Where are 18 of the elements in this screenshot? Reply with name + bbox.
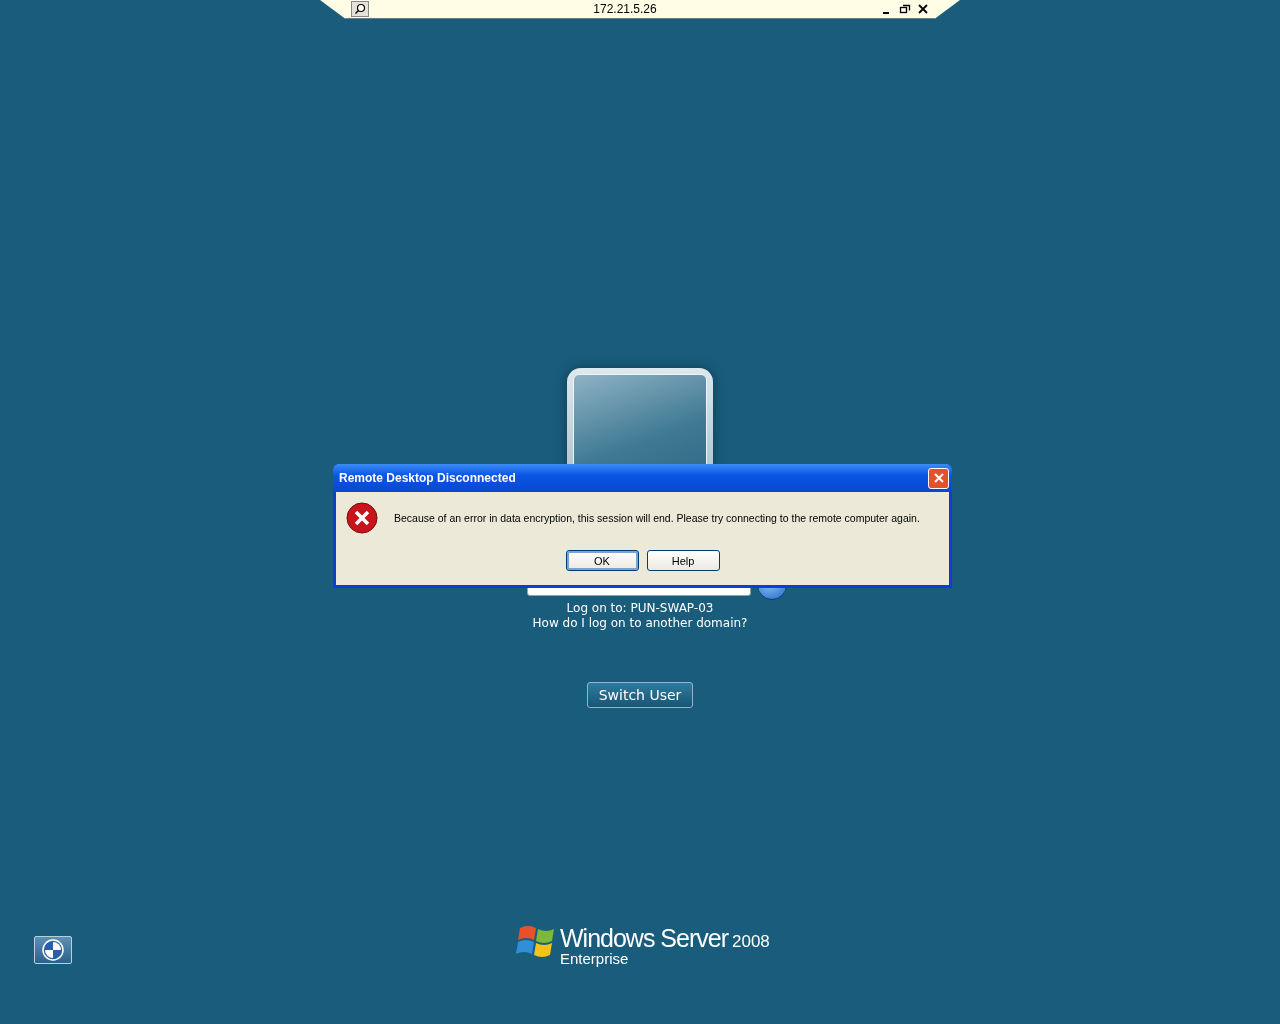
switch-user-button[interactable]: Switch User xyxy=(587,682,693,708)
product-edition: Enterprise xyxy=(560,950,630,967)
domain-help-link[interactable]: How do I log on to another domain? xyxy=(532,616,748,630)
ease-of-access-button[interactable] xyxy=(34,936,72,964)
ease-of-access-icon xyxy=(42,939,64,961)
dialog-button[interactable]: OK xyxy=(565,550,639,571)
close-button[interactable] xyxy=(928,467,949,489)
close-icon xyxy=(932,472,945,484)
error-message: Because of an error in data encryption, this session will end. Please try connecting to the remote computer again. xyxy=(394,512,920,524)
logon-target: Log on to: PUN-SWAP-03 xyxy=(566,601,714,615)
close-icon[interactable] xyxy=(917,3,929,15)
product-version: 2008 xyxy=(732,932,770,952)
error-icon xyxy=(346,502,378,534)
connection-title: 172.21.5.26 xyxy=(592,2,658,16)
dialog-title: Remote Desktop Disconnected xyxy=(339,471,516,485)
product-name: Windows Server xyxy=(560,924,728,953)
dialog-button[interactable]: Help xyxy=(646,550,720,571)
restore-icon[interactable] xyxy=(899,3,911,15)
